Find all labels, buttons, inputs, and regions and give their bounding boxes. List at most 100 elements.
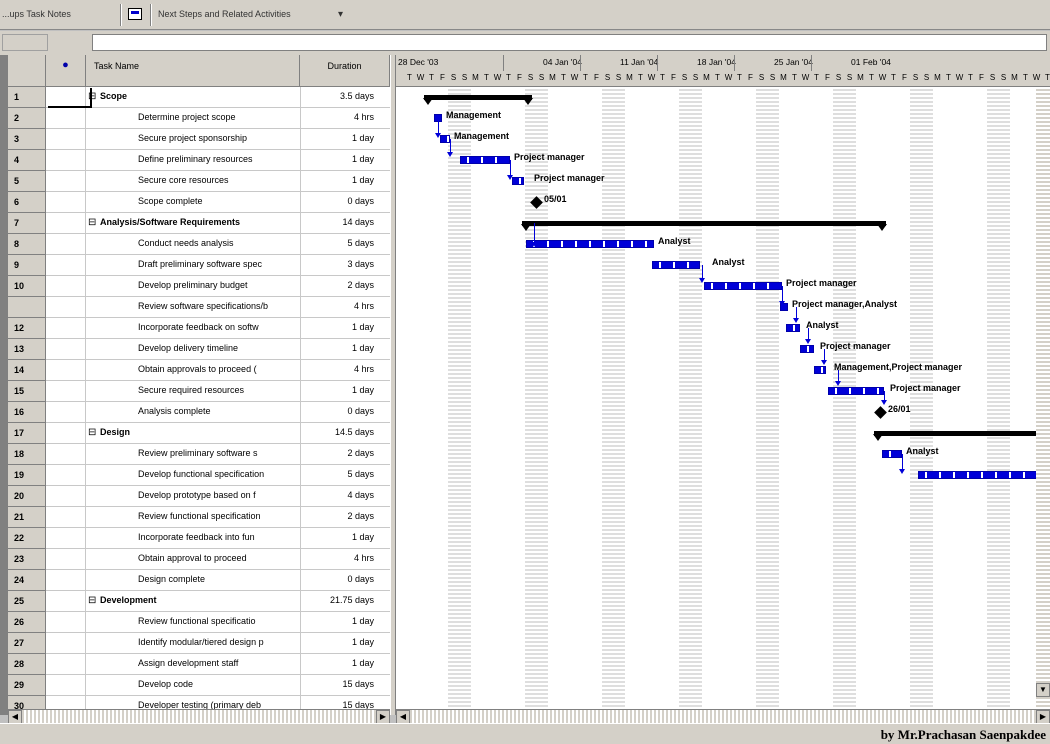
task-duration[interactable]: 0 days — [300, 196, 374, 206]
task-name[interactable]: Review software specifications/b — [138, 301, 296, 311]
task-name[interactable]: Design — [100, 427, 296, 437]
arrow-down-icon[interactable] — [779, 301, 785, 306]
task-bar[interactable] — [800, 345, 814, 353]
scroll-left-icon[interactable]: ◀ — [8, 710, 22, 724]
task-name[interactable]: Draft preliminary software spec — [138, 259, 296, 269]
arrow-down-icon[interactable] — [531, 242, 537, 247]
table-row[interactable]: 29 Develop code 15 days — [8, 675, 390, 696]
select-all-corner[interactable] — [8, 55, 46, 87]
task-bar[interactable] — [918, 471, 1050, 479]
table-row[interactable]: 26 Review functional specificatio 1 day — [8, 612, 390, 633]
collapse-icon[interactable]: ⊟ — [88, 427, 96, 438]
row-id[interactable]: 22 — [8, 528, 46, 549]
table-row[interactable]: 5 Secure core resources 1 day — [8, 171, 390, 192]
row-id[interactable]: 24 — [8, 570, 46, 591]
row-id[interactable] — [8, 297, 46, 318]
dependency-link[interactable] — [782, 286, 783, 302]
chart-horizontal-scrollbar[interactable]: ◀ ▶ — [396, 709, 1050, 724]
task-duration[interactable]: 1 day — [300, 616, 374, 626]
dependency-link[interactable] — [702, 265, 703, 279]
table-row[interactable]: 16 Analysis complete 0 days — [8, 402, 390, 423]
task-duration[interactable]: 3.5 days — [300, 91, 374, 101]
table-row[interactable]: 6 Scope complete 0 days — [8, 192, 390, 213]
task-bar[interactable] — [882, 450, 902, 458]
arrow-down-icon[interactable] — [435, 133, 441, 138]
task-bar[interactable] — [814, 366, 826, 374]
row-id[interactable]: 23 — [8, 549, 46, 570]
table-horizontal-scrollbar[interactable]: ◀ ▶ — [8, 709, 390, 724]
table-row[interactable]: 28 Assign development staff 1 day — [8, 654, 390, 675]
task-duration[interactable]: 1 day — [300, 322, 374, 332]
scroll-right-icon[interactable]: ▶ — [376, 710, 390, 724]
nonworking-shading[interactable] — [448, 87, 471, 709]
table-row[interactable]: 9 Draft preliminary software spec 3 days — [8, 255, 390, 276]
nonworking-shading[interactable] — [910, 87, 933, 709]
task-duration[interactable]: 15 days — [300, 700, 374, 709]
table-row[interactable]: 8 Conduct needs analysis 5 days — [8, 234, 390, 255]
table-row[interactable]: 7 ⊟ Analysis/Software Requirements 14 days — [8, 213, 390, 234]
task-duration[interactable]: 1 day — [300, 637, 374, 647]
task-duration[interactable]: 1 day — [300, 343, 374, 353]
row-id[interactable]: 10 — [8, 276, 46, 297]
dependency-link[interactable] — [438, 118, 439, 134]
arrow-down-icon[interactable] — [881, 400, 887, 405]
task-name[interactable]: Obtain approvals to proceed ( — [138, 364, 296, 374]
task-name[interactable]: Determine project scope — [138, 112, 296, 122]
task-name[interactable]: Secure core resources — [138, 175, 296, 185]
task-bar[interactable] — [704, 282, 782, 290]
row-id[interactable]: 27 — [8, 633, 46, 654]
task-name[interactable]: Design complete — [138, 574, 296, 584]
task-duration[interactable]: 1 day — [300, 133, 374, 143]
table-row[interactable]: 10 Develop preliminary budget 2 days — [8, 276, 390, 297]
row-id[interactable]: 16 — [8, 402, 46, 423]
table-row[interactable]: 30 Developer testing (primary deb 15 days — [8, 696, 390, 709]
task-name[interactable]: Develop delivery timeline — [138, 343, 296, 353]
collapse-icon[interactable]: ⊟ — [88, 217, 96, 228]
task-name[interactable]: Develop code — [138, 679, 296, 689]
task-name[interactable]: Review preliminary software s — [138, 448, 296, 458]
row-id[interactable]: 14 — [8, 360, 46, 381]
task-duration[interactable]: 4 hrs — [300, 364, 374, 374]
table-row[interactable]: 12 Incorporate feedback on softw 1 day — [8, 318, 390, 339]
table-row[interactable]: 2 Determine project scope 4 hrs — [8, 108, 390, 129]
task-name-column-header[interactable]: Task Name — [86, 55, 300, 87]
task-duration[interactable]: 5 days — [300, 469, 374, 479]
view-name-label[interactable]: Next Steps and Related Activities — [158, 9, 291, 19]
task-duration[interactable]: 0 days — [300, 574, 374, 584]
arrow-down-icon[interactable] — [507, 175, 513, 180]
row-id[interactable]: 5 — [8, 171, 46, 192]
task-duration[interactable]: 1 day — [300, 658, 374, 668]
task-duration[interactable]: 1 day — [300, 385, 374, 395]
table-row[interactable]: 3 Secure project sponsorship 1 day — [8, 129, 390, 150]
task-duration[interactable]: 1 day — [300, 175, 374, 185]
task-name[interactable]: Develop functional specification — [138, 469, 296, 479]
task-bar[interactable] — [652, 261, 700, 269]
task-duration[interactable]: 4 days — [300, 490, 374, 500]
dependency-link[interactable] — [510, 160, 511, 176]
summary-bar[interactable] — [873, 431, 1050, 441]
task-duration[interactable]: 4 hrs — [300, 553, 374, 563]
row-id[interactable]: 26 — [8, 612, 46, 633]
task-name[interactable]: Scope complete — [138, 196, 296, 206]
task-name[interactable]: Define preliminary resources — [138, 154, 296, 164]
task-bar[interactable] — [460, 156, 510, 164]
row-id[interactable]: 15 — [8, 381, 46, 402]
row-id[interactable]: 8 — [8, 234, 46, 255]
duration-column-header[interactable]: Duration — [300, 55, 390, 87]
scroll-right-icon[interactable]: ▶ — [1036, 710, 1050, 724]
task-bar[interactable] — [512, 177, 524, 185]
task-name[interactable]: Analysis complete — [138, 406, 296, 416]
row-id[interactable]: 7 — [8, 213, 46, 234]
nonworking-shading[interactable] — [987, 87, 1010, 709]
nonworking-shading[interactable] — [602, 87, 625, 709]
row-id[interactable]: 20 — [8, 486, 46, 507]
task-duration[interactable]: 14 days — [300, 217, 374, 227]
task-duration[interactable]: 2 days — [300, 448, 374, 458]
row-id[interactable]: 2 — [8, 108, 46, 129]
task-name[interactable]: Conduct needs analysis — [138, 238, 296, 248]
collapse-icon[interactable]: ⊟ — [88, 595, 96, 606]
entry-input[interactable] — [92, 34, 1047, 51]
row-id[interactable]: 3 — [8, 129, 46, 150]
task-duration[interactable]: 5 days — [300, 238, 374, 248]
row-id[interactable]: 18 — [8, 444, 46, 465]
